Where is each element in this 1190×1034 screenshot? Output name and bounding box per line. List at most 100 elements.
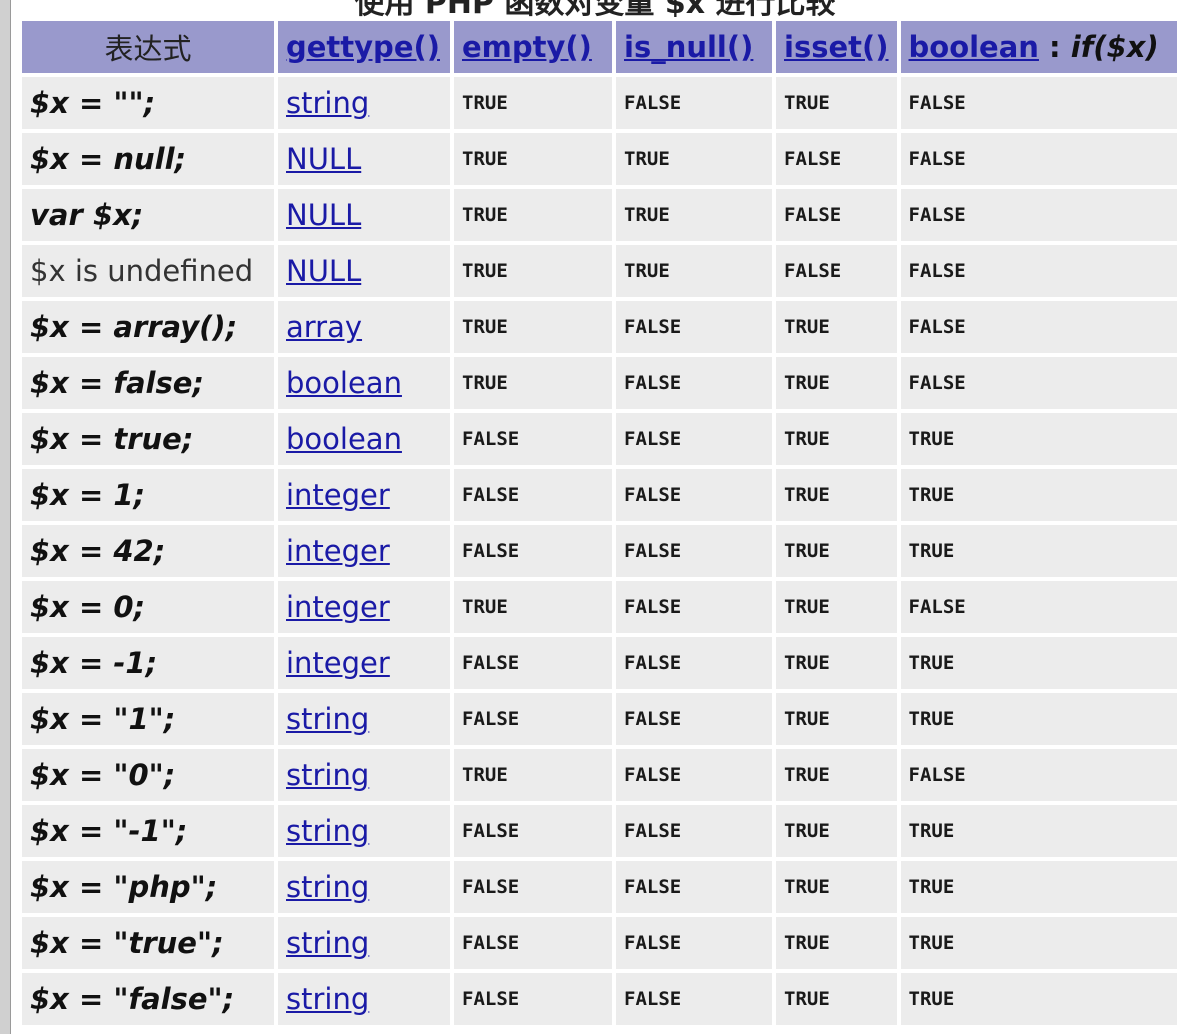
empty-result-cell: TRUE [454, 581, 612, 633]
expression-cell: $x is undefined [22, 245, 274, 297]
empty-result-cell: TRUE [454, 189, 612, 241]
is-null-result-cell: FALSE [616, 861, 772, 913]
gettype-cell: array [278, 301, 450, 353]
type-link[interactable]: integer [286, 478, 390, 512]
type-link[interactable]: string [286, 982, 369, 1016]
empty-result-cell: TRUE [454, 245, 612, 297]
table-row: $x = "0"; string TRUE FALSE TRUE FALSE [22, 749, 1177, 801]
gettype-cell: string [278, 805, 450, 857]
is-null-result-cell: FALSE [616, 805, 772, 857]
type-link[interactable]: boolean [286, 366, 402, 400]
boolean-result-cell: FALSE [900, 581, 1177, 633]
isset-result-cell: TRUE [776, 861, 897, 913]
page: 使用 PHP 函数对变量 $x 进行比较 表达式 gettype() empty… [0, 0, 1190, 1034]
type-link[interactable]: string [286, 86, 369, 120]
isset-result-cell: FALSE [776, 245, 897, 297]
empty-result-cell: FALSE [454, 693, 612, 745]
gettype-link[interactable]: gettype() [286, 30, 440, 64]
is-null-result-cell: FALSE [616, 749, 772, 801]
gettype-cell: integer [278, 637, 450, 689]
gettype-cell: string [278, 973, 450, 1025]
table-row: $x = 0; integer TRUE FALSE TRUE FALSE [22, 581, 1177, 633]
header-if-expression: if($x) [1070, 30, 1159, 64]
empty-result-cell: FALSE [454, 973, 612, 1025]
gettype-cell: NULL [278, 133, 450, 185]
is-null-result-cell: TRUE [616, 133, 772, 185]
type-link[interactable]: NULL [286, 198, 361, 232]
header-is-null: is_null() [616, 21, 772, 73]
table-row: $x = null; NULL TRUE TRUE FALSE FALSE [22, 133, 1177, 185]
type-link[interactable]: integer [286, 534, 390, 568]
table-row: $x = 42; integer FALSE FALSE TRUE TRUE [22, 525, 1177, 577]
isset-result-cell: TRUE [776, 301, 897, 353]
comparison-table: 表达式 gettype() empty() is_null() isset() … [18, 17, 1181, 1029]
isset-result-cell: TRUE [776, 525, 897, 577]
table-row: $x = array(); array TRUE FALSE TRUE FALSE [22, 301, 1177, 353]
empty-result-cell: TRUE [454, 357, 612, 409]
boolean-result-cell: TRUE [900, 917, 1177, 969]
gettype-cell: string [278, 749, 450, 801]
header-boolean: boolean : if($x) [900, 21, 1177, 73]
gettype-cell: string [278, 917, 450, 969]
is-null-result-cell: FALSE [616, 581, 772, 633]
boolean-result-cell: FALSE [900, 301, 1177, 353]
is-null-result-cell: FALSE [616, 413, 772, 465]
expression-cell: var $x; [22, 189, 274, 241]
boolean-result-cell: TRUE [900, 637, 1177, 689]
empty-result-cell: FALSE [454, 861, 612, 913]
isset-result-cell: TRUE [776, 749, 897, 801]
type-link[interactable]: string [286, 758, 369, 792]
type-link[interactable]: NULL [286, 254, 361, 288]
boolean-result-cell: FALSE [900, 357, 1177, 409]
table-row: $x = "true"; string FALSE FALSE TRUE TRUE [22, 917, 1177, 969]
table-row: $x = false; boolean TRUE FALSE TRUE FALSE [22, 357, 1177, 409]
type-link[interactable]: string [286, 702, 369, 736]
table-row: $x = ""; string TRUE FALSE TRUE FALSE [22, 77, 1177, 129]
table-row: var $x; NULL TRUE TRUE FALSE FALSE [22, 189, 1177, 241]
isset-result-cell: TRUE [776, 469, 897, 521]
window-left-border [0, 0, 11, 1034]
empty-result-cell: TRUE [454, 133, 612, 185]
gettype-cell: integer [278, 469, 450, 521]
isset-result-cell: TRUE [776, 637, 897, 689]
gettype-cell: string [278, 861, 450, 913]
empty-result-cell: TRUE [454, 301, 612, 353]
isset-result-cell: FALSE [776, 189, 897, 241]
gettype-cell: string [278, 693, 450, 745]
type-link[interactable]: integer [286, 646, 390, 680]
header-boolean-separator: : [1038, 30, 1071, 64]
type-link[interactable]: NULL [286, 142, 361, 176]
expression-cell: $x = true; [22, 413, 274, 465]
isset-result-cell: TRUE [776, 805, 897, 857]
empty-link[interactable]: empty() [462, 30, 592, 64]
boolean-result-cell: FALSE [900, 189, 1177, 241]
isset-result-cell: TRUE [776, 973, 897, 1025]
header-gettype: gettype() [278, 21, 450, 73]
table-row: $x is undefined NULL TRUE TRUE FALSE FALSE [22, 245, 1177, 297]
type-link[interactable]: string [286, 814, 369, 848]
type-link[interactable]: string [286, 870, 369, 904]
boolean-result-cell: TRUE [900, 861, 1177, 913]
is-null-link[interactable]: is_null() [624, 30, 753, 64]
is-null-result-cell: FALSE [616, 917, 772, 969]
table-row: $x = "false"; string FALSE FALSE TRUE TRUE [22, 973, 1177, 1025]
empty-result-cell: TRUE [454, 77, 612, 129]
type-link[interactable]: integer [286, 590, 390, 624]
type-link[interactable]: array [286, 310, 362, 344]
is-null-result-cell: FALSE [616, 693, 772, 745]
type-link[interactable]: string [286, 926, 369, 960]
gettype-cell: NULL [278, 189, 450, 241]
isset-result-cell: FALSE [776, 133, 897, 185]
boolean-result-cell: FALSE [900, 77, 1177, 129]
is-null-result-cell: FALSE [616, 469, 772, 521]
boolean-link[interactable]: boolean [909, 30, 1039, 64]
expression-cell: $x = null; [22, 133, 274, 185]
gettype-cell: boolean [278, 413, 450, 465]
isset-result-cell: TRUE [776, 693, 897, 745]
gettype-cell: integer [278, 525, 450, 577]
boolean-result-cell: TRUE [900, 693, 1177, 745]
isset-link[interactable]: isset() [784, 30, 889, 64]
empty-result-cell: FALSE [454, 637, 612, 689]
table-row: $x = 1; integer FALSE FALSE TRUE TRUE [22, 469, 1177, 521]
type-link[interactable]: boolean [286, 422, 402, 456]
